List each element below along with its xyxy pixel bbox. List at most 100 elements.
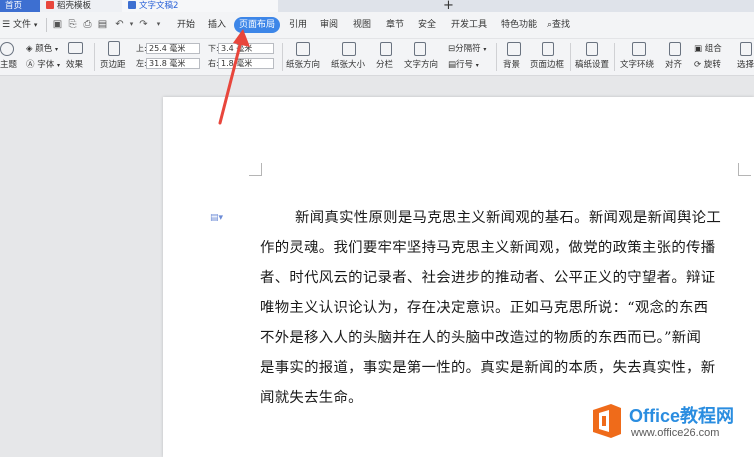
select-pane-icon[interactable] [740,42,752,56]
hamburger-icon: ☰ [2,20,11,30]
divider [46,18,47,32]
tab-docer-templates-label: 稻壳模板 [57,1,92,11]
align-icon[interactable] [669,42,681,56]
menu-view[interactable]: 视图 [353,18,371,32]
chevron-down-icon: ▾ [56,62,60,69]
line-number-icon: ▤ [448,60,457,70]
columns-icon[interactable] [380,42,392,56]
margin-corner-mark [738,163,751,176]
text-wrap-icon[interactable] [632,42,646,56]
file-menu-button[interactable]: ☰ 文件 ▾ [2,18,37,32]
line-number-button[interactable]: ▤行号 ▾ [448,60,479,71]
text-line: 不外是移入人的头脑并在人的头脑中改造过的物质的东西而已。”新闻 [260,330,702,346]
manuscript-icon[interactable] [586,42,598,56]
palette-icon: ◈ [26,44,33,54]
menu-special-features[interactable]: 特色功能 [501,18,537,32]
menu-chapter[interactable]: 章节 [386,18,404,32]
rotate-button[interactable]: ⟳ 旋转 [694,60,721,70]
align-button[interactable]: 对齐 [665,60,682,70]
columns-button[interactable]: 分栏 [376,60,393,70]
margin-corner-mark [249,163,262,176]
divider [614,43,615,71]
title-bar: 首页 稻壳模板 文字文稿2 + [0,0,754,13]
margin-icon[interactable] [108,41,120,56]
margin-top-input[interactable]: 25.4 毫米 [146,43,200,54]
search-button[interactable]: ⌕查找 [547,18,570,32]
text-line: 者、时代风云的记录者、社会进步的推动者、公平正义的守望者。辩证 [260,270,716,286]
menu-bar: ☰ 文件 ▾ ▣ ⎘ ⎙ ▤ ↶ ▾ ↷ ▾ 开始 插入 页面布局 引用 审阅 … [0,12,754,39]
paper-size-button[interactable]: 纸张大小 [331,60,365,70]
margins-button[interactable]: 页边距 [100,60,126,70]
document-body-text[interactable]: 新闻真实性原则是马克思主义新闻观的基石。新闻观是新闻舆论工 作的灵魂。我们要牢牢… [260,203,746,413]
rotate-icon: ⟳ [694,60,702,70]
line-number-label: 行号 [456,60,474,70]
font-icon: Ⓐ [26,60,35,70]
office-logo-icon [593,404,621,438]
text-wrap-button[interactable]: 文字环绕 [620,60,654,70]
print-preview-icon[interactable]: ▤ [97,19,108,30]
tab-document-label: 文字文稿2 [139,1,179,11]
effect-icon[interactable] [68,42,83,54]
annotation-arrow-icon [218,29,250,125]
menu-developer-tools[interactable]: 开发工具 [451,18,487,32]
font-label: 字体 [37,60,55,70]
chevron-down-icon: ▾ [33,21,38,29]
text-line: 新闻真实性原则是马克思主义新闻观的基石。新闻观是新闻舆论工 [295,210,722,226]
background-button[interactable]: 背景 [503,60,520,70]
redo-icon[interactable]: ↷ [138,19,149,30]
export-icon[interactable]: ⎘ [67,19,78,30]
customize-toolbar-icon[interactable]: ▾ [153,19,164,30]
text-direction-icon[interactable] [414,42,426,56]
font-button[interactable]: Ⓐ 字体 ▾ [26,60,60,71]
orientation-button[interactable]: 纸张方向 [286,60,320,70]
menu-security[interactable]: 安全 [418,18,436,32]
separator-label: 分隔符 [455,44,481,54]
tab-home-label: 首页 [5,1,23,11]
tab-home[interactable]: 首页 [0,0,41,12]
page-border-icon[interactable] [542,42,554,56]
group-icon: ▣ [694,44,703,54]
tab-document[interactable]: 文字文稿2 [122,0,278,12]
docer-logo-icon [46,1,54,9]
undo-dropdown-icon[interactable]: ▾ [126,19,137,30]
text-direction-button[interactable]: 文字方向 [404,60,438,70]
save-icon[interactable]: ▣ [52,19,63,30]
search-label: 查找 [552,20,571,30]
separator-button[interactable]: ⊟分隔符 ▾ [448,44,486,55]
undo-icon[interactable]: ↶ [114,19,125,30]
menu-review[interactable]: 审阅 [320,18,338,32]
paragraph-layout-icon[interactable]: ▤▾ [210,213,223,224]
effect-button[interactable]: 效果 [66,60,83,70]
orientation-icon[interactable] [296,42,310,56]
text-line: 作的灵魂。我们要牢牢坚持马克思主义新闻观，做党的政策主张的传播 [260,240,716,256]
chevron-down-icon: ▾ [475,62,479,69]
group-button[interactable]: ▣ 组合 [694,44,722,54]
background-icon[interactable] [507,42,521,56]
manuscript-settings-button[interactable]: 稿纸设置 [575,60,609,70]
site-watermark: Office教程网 www.office26.com [585,400,754,447]
color-label: 颜色 [35,44,53,54]
menu-references[interactable]: 引用 [289,18,307,32]
menu-home[interactable]: 开始 [177,18,195,32]
page-border-button[interactable]: 页面边框 [530,60,564,70]
text-line: 是事实的报道，事实是第一性的。真实是新闻的本质，失去真实性，新 [260,360,716,376]
divider [496,43,497,71]
chevron-down-icon: ▾ [483,46,487,53]
document-icon [128,1,136,9]
text-line: 唯物主义认识论认为，存在决定意识。正如马克思所说：“观念的东西 [260,300,709,316]
divider [570,43,571,71]
ribbon-toolbar: 主题 ◈ 颜色 ▾ Ⓐ 字体 ▾ 效果 页边距 上: 25.4 毫米 左: 31… [0,39,754,76]
theme-button[interactable]: 主题 [0,60,17,70]
divider [282,43,283,71]
theme-icon[interactable] [0,42,14,56]
paper-size-icon[interactable] [342,42,356,56]
select-pane-button[interactable]: 选择窗 [737,60,754,70]
divider [94,43,95,71]
watermark-title: Office教程网 [629,406,735,426]
file-menu-label: 文件 [12,20,31,30]
margin-left-input[interactable]: 31.8 毫米 [146,58,200,69]
rotate-label: 旋转 [703,60,721,70]
print-icon[interactable]: ⎙ [82,19,93,30]
color-button[interactable]: ◈ 颜色 ▾ [26,44,58,55]
watermark-url: www.office26.com [631,427,720,439]
